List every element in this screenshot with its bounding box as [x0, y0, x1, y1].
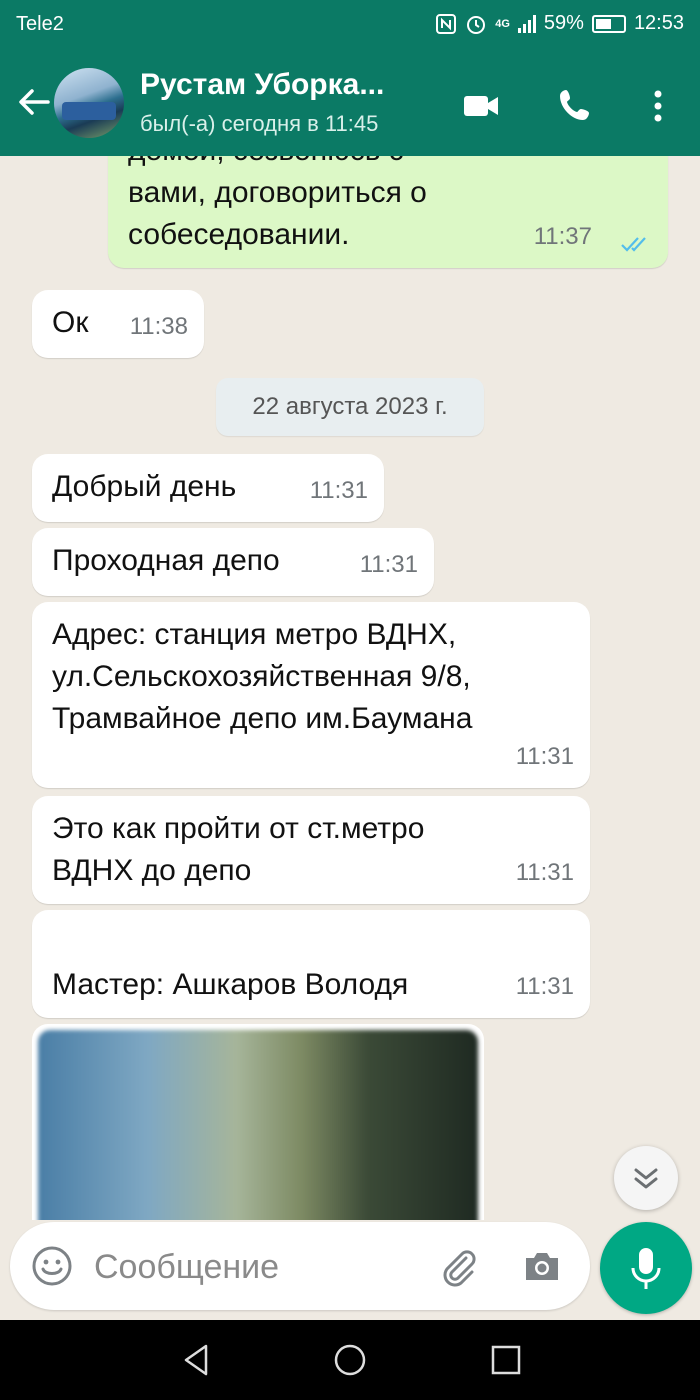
chat-messages[interactable]: домой, созвонюсь с вами, договориться о … [0, 156, 700, 1220]
status-icons: 4G 59% 12:53 [435, 12, 684, 35]
signal-icon [517, 14, 536, 33]
attach-icon[interactable] [436, 1244, 480, 1288]
carrier-label: Tele2 [16, 13, 64, 35]
message-composer: Сообщение [10, 1222, 590, 1310]
message-time: 11:31 [309, 477, 368, 504]
image-preview[interactable] [38, 1030, 478, 1220]
alarm-icon [467, 15, 486, 34]
read-receipt-icon [621, 237, 646, 252]
mic-icon [631, 1248, 661, 1289]
battery-icon [591, 14, 626, 33]
status-bar: Tele2 4G 59% 12:53 [0, 0, 700, 50]
message-time: 11:38 [129, 313, 188, 340]
message-bubble-incoming[interactable]: Это как пройти от ст.метро ВДНХ до депо … [32, 796, 590, 904]
message-input[interactable]: Сообщение [94, 1248, 279, 1287]
network-type-label: 4G [495, 17, 510, 30]
more-vert-icon[interactable] [636, 84, 680, 128]
message-text: Это как пройти от ст.метро ВДНХ до депо [52, 812, 425, 887]
message-bubble-incoming[interactable]: Добрый день 11:31 [32, 454, 384, 522]
date-divider: 22 августа 2023 г. [216, 378, 484, 436]
message-time: 11:31 [515, 743, 574, 770]
message-bubble-incoming[interactable]: Адрес: станция метро ВДНХ, ул.Сельскохоз… [32, 602, 590, 788]
back-arrow-icon[interactable] [14, 82, 54, 122]
message-bubble-outgoing[interactable]: домой, созвонюсь с вами, договориться о … [108, 156, 668, 268]
message-time: 11:31 [515, 859, 574, 886]
image-message[interactable] [32, 1024, 484, 1220]
message-bubble-incoming[interactable]: Проходная депо 11:31 [32, 528, 434, 596]
system-nav-bar [0, 1320, 700, 1400]
nfc-icon [436, 13, 457, 34]
scroll-to-bottom-button[interactable] [614, 1146, 678, 1210]
avatar[interactable] [54, 68, 124, 138]
message-time: 11:37 [533, 223, 592, 250]
chat-header: Рустам Уборка... был(-а) сегодня в 11:45 [0, 50, 700, 156]
last-seen: был(-а) сегодня в 11:45 [140, 111, 379, 136]
message-text: Адрес: станция метро ВДНХ, ул.Сельскохоз… [52, 618, 473, 735]
message-bubble-incoming[interactable]: Ок 11:38 [32, 290, 204, 358]
video-call-icon[interactable] [460, 84, 504, 128]
message-bubble-incoming[interactable]: Мастер: Ашкаров Володя 8912-440-15-74 11… [32, 910, 590, 1085]
message-time: 11:31 [515, 973, 574, 1000]
message-text: Мастер: Ашкаров Володя [52, 968, 409, 1001]
mic-button[interactable] [600, 1222, 692, 1314]
nav-back-icon[interactable] [176, 1340, 216, 1380]
emoji-icon[interactable] [30, 1244, 74, 1288]
clock: 12:53 [633, 12, 684, 34]
chevron-double-down-icon [634, 1168, 658, 1189]
battery-percent: 59% [543, 12, 584, 34]
nav-home-icon[interactable] [330, 1340, 370, 1380]
nav-recents-icon[interactable] [486, 1340, 526, 1380]
contact-name[interactable]: Рустам Уборка... [140, 68, 384, 102]
phone-call-icon[interactable] [554, 84, 598, 128]
message-time: 11:31 [359, 551, 418, 578]
camera-icon[interactable] [520, 1244, 564, 1288]
